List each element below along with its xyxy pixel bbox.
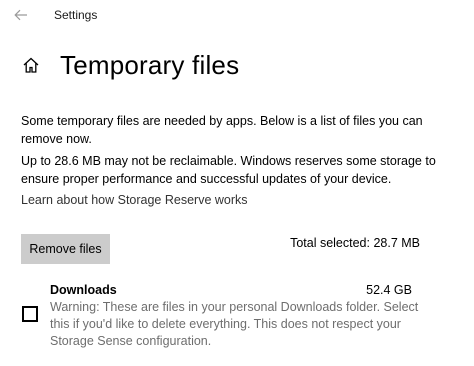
- page-header: Temporary files: [20, 48, 239, 82]
- downloads-checkbox[interactable]: [22, 306, 38, 322]
- back-button[interactable]: [10, 6, 32, 24]
- home-button[interactable]: [20, 54, 42, 76]
- storage-reserve-link[interactable]: Learn about how Storage Reserve works: [21, 193, 248, 207]
- downloads-size: 52.4 GB: [366, 283, 412, 297]
- downloads-description: Warning: These are files in your persona…: [50, 300, 419, 348]
- app-title: Settings: [54, 8, 98, 22]
- remove-files-button[interactable]: Remove files: [21, 234, 110, 264]
- intro-description: Some temporary files are needed by apps.…: [21, 114, 423, 146]
- title-bar: Settings: [0, 0, 474, 32]
- downloads-title: Downloads: [50, 283, 117, 297]
- reserve-description: Up to 28.6 MB may not be reclaimable. Wi…: [21, 154, 436, 186]
- back-arrow-icon: [14, 9, 27, 21]
- home-icon: [23, 57, 39, 73]
- page-title: Temporary files: [60, 49, 240, 80]
- total-selected-label: Total selected: 28.7 MB: [290, 236, 420, 250]
